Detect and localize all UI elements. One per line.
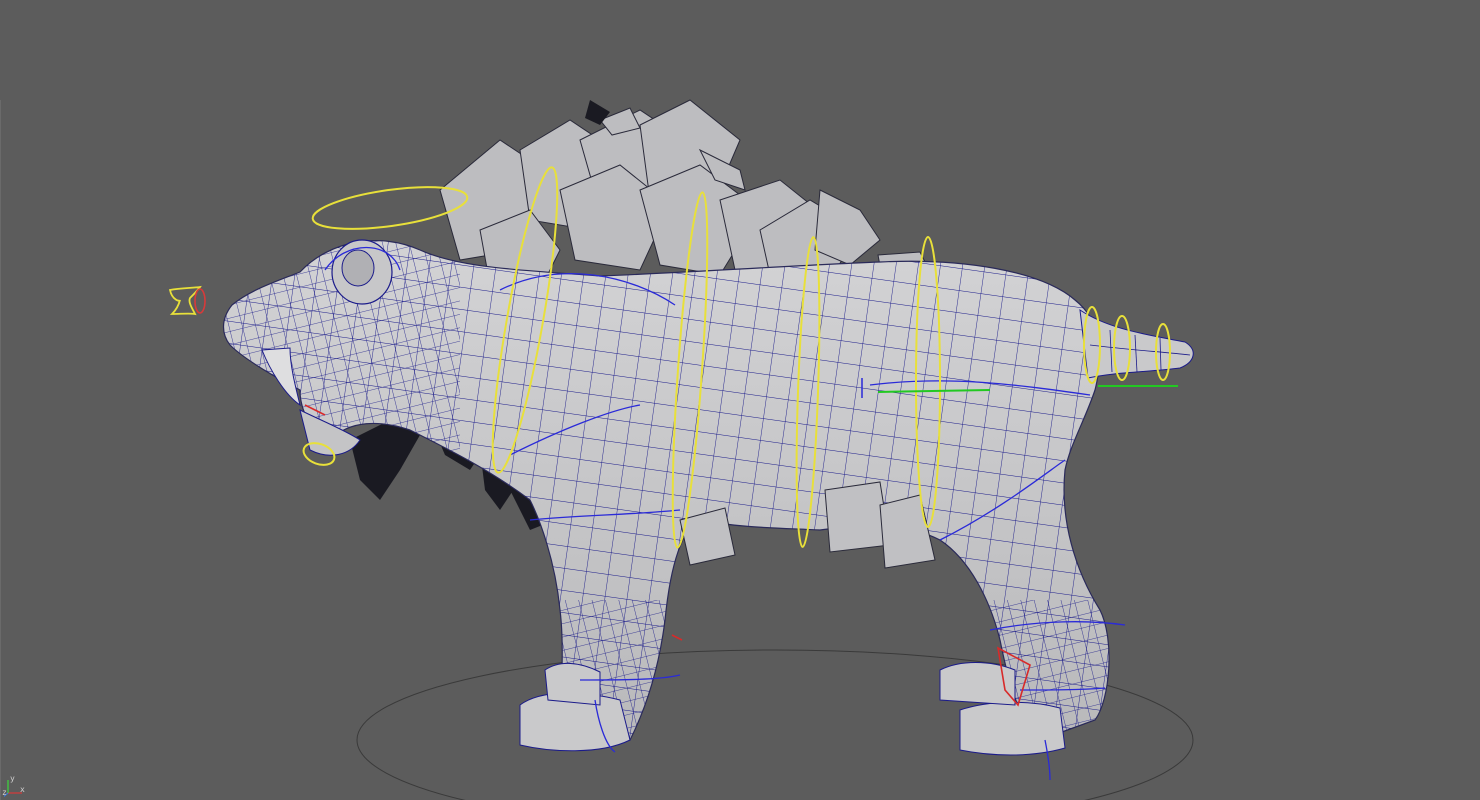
look-at-control[interactable] <box>168 285 206 316</box>
axis-gizmo-icon: x y z <box>2 774 26 798</box>
axis-y-label: y <box>10 774 15 783</box>
scene-canvas[interactable] <box>0 0 1480 800</box>
back-spike-plates <box>439 99 926 291</box>
ear-mesh <box>331 239 393 305</box>
axis-x-label: x <box>20 785 25 794</box>
3d-viewport[interactable]: x y z <box>0 0 1480 800</box>
axis-z-label: z <box>2 788 7 797</box>
